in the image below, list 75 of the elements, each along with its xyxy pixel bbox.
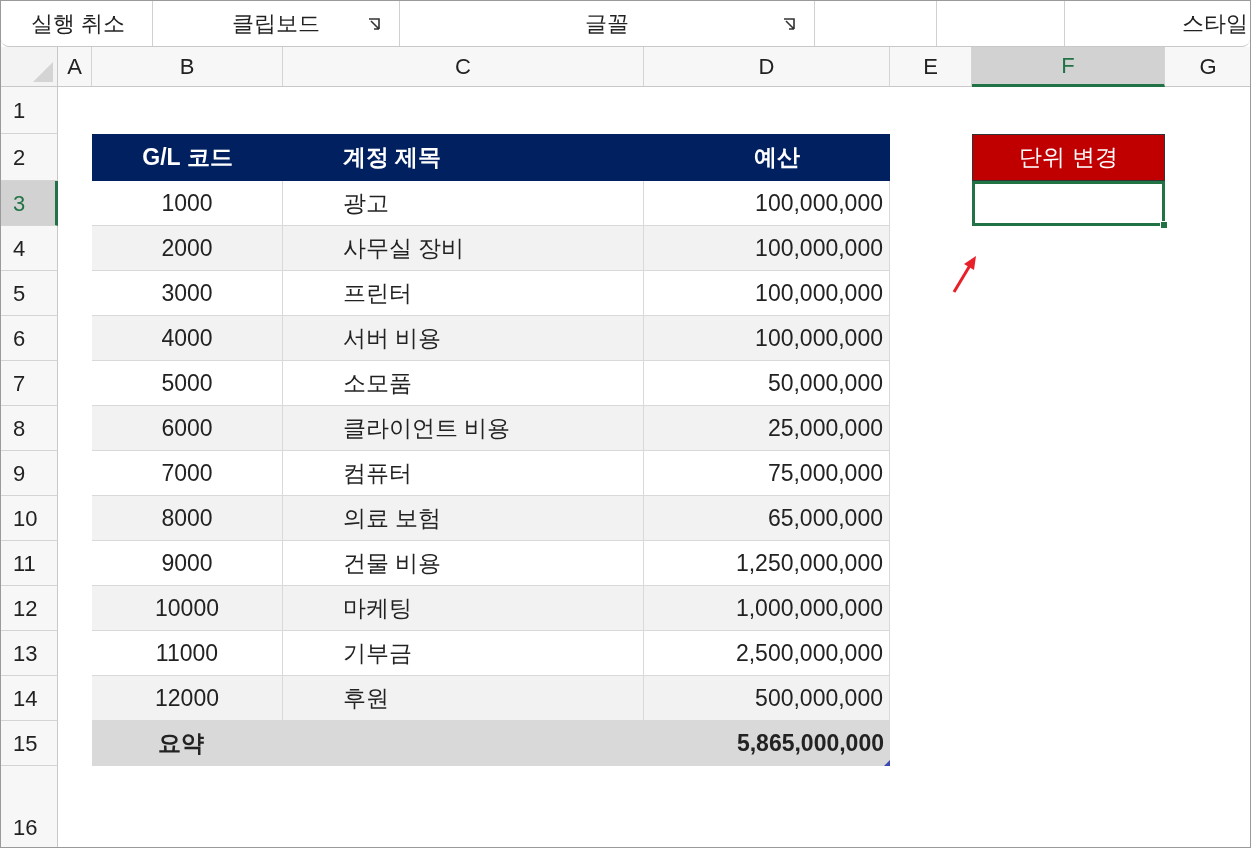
arrow-icon [952, 254, 978, 294]
table-cell: 컴퓨터 [283, 451, 644, 496]
unit-change-button[interactable]: 단위 변경 [972, 134, 1165, 181]
table-header-cell: G/L 코드 [92, 134, 283, 181]
table-cell: 12000 [92, 676, 283, 721]
row-header[interactable]: 10 [1, 496, 58, 541]
table-cell: 2000 [92, 226, 283, 271]
table-cell: 광고 [283, 181, 644, 226]
table-cell: 건물 비용 [283, 541, 644, 586]
table-cell: 6000 [92, 406, 283, 451]
summary-label: 요약 [92, 721, 644, 766]
table-cell: 11000 [92, 631, 283, 676]
table-cell: 클라이언트 비용 [283, 406, 644, 451]
column-header[interactable]: C [283, 47, 644, 87]
row-header[interactable]: 14 [1, 676, 58, 721]
row-header[interactable]: 11 [1, 541, 58, 586]
row-header[interactable]: 7 [1, 361, 58, 406]
table-cell: 75,000,000 [644, 451, 890, 496]
table-cell: 5000 [92, 361, 283, 406]
table-cell: 65,000,000 [644, 496, 890, 541]
table-cell: 기부금 [283, 631, 644, 676]
selected-cell[interactable] [972, 181, 1165, 226]
table-cell: 50,000,000 [644, 361, 890, 406]
table-cell: 8000 [92, 496, 283, 541]
table-cell: 10000 [92, 586, 283, 631]
row-header[interactable]: 9 [1, 451, 58, 496]
column-header[interactable]: B [92, 47, 283, 87]
table-cell: 서버 비용 [283, 316, 644, 361]
table-cell: 100,000,000 [644, 181, 890, 226]
row-header[interactable]: 15 [1, 721, 58, 766]
row-header[interactable]: 5 [1, 271, 58, 316]
row-header[interactable]: 13 [1, 631, 58, 676]
ribbon-group-label: 클립보드 [232, 10, 321, 38]
table-cell: 프린터 [283, 271, 644, 316]
column-header[interactable]: G [1165, 47, 1250, 87]
fill-handle[interactable] [1160, 221, 1168, 229]
table-cell: 100,000,000 [644, 271, 890, 316]
row-header[interactable]: 6 [1, 316, 58, 361]
table-header-cell: 계정 제목 [283, 134, 644, 181]
dialog-launcher-icon[interactable] [781, 17, 798, 33]
column-header[interactable]: F [972, 47, 1165, 87]
ribbon-group-label: 글꼴 [585, 10, 630, 38]
table-cell: 1000 [92, 181, 283, 226]
table-cell: 의료 보험 [283, 496, 644, 541]
table-cell: 500,000,000 [644, 676, 890, 721]
row-header[interactable]: 16 [1, 766, 58, 847]
row-header[interactable]: 8 [1, 406, 58, 451]
row-header[interactable]: 1 [1, 87, 58, 134]
ribbon-group-label: 실행 취소 [31, 10, 126, 38]
table-cell: 4000 [92, 316, 283, 361]
table-cell: 후원 [283, 676, 644, 721]
table-cell: 3000 [92, 271, 283, 316]
corner-triangle-icon [33, 62, 53, 82]
table-cell: 25,000,000 [644, 406, 890, 451]
row-header[interactable]: 12 [1, 586, 58, 631]
table-cell: 100,000,000 [644, 226, 890, 271]
column-header[interactable]: D [644, 47, 890, 87]
resize-handle-icon [884, 760, 890, 766]
table-cell: 100,000,000 [644, 316, 890, 361]
table-cell: 소모품 [283, 361, 644, 406]
row-header[interactable]: 3 [1, 181, 58, 226]
summary-value: 5,865,000,000 [736, 729, 884, 759]
table-cell: 마케팅 [283, 586, 644, 631]
table-cell: 9000 [92, 541, 283, 586]
row-header[interactable]: 2 [1, 134, 58, 181]
table-header-cell: 예산 [644, 134, 890, 181]
table-cell: 사무실 장비 [283, 226, 644, 271]
column-header[interactable]: A [58, 47, 92, 87]
row-header[interactable]: 4 [1, 226, 58, 271]
table-cell: 1,000,000,000 [644, 586, 890, 631]
column-header[interactable]: E [890, 47, 972, 87]
ribbon-group-label: 스타일 [1182, 10, 1248, 38]
table-cell: 1,250,000,000 [644, 541, 890, 586]
table-cell: 2,500,000,000 [644, 631, 890, 676]
table-cell: 7000 [92, 451, 283, 496]
